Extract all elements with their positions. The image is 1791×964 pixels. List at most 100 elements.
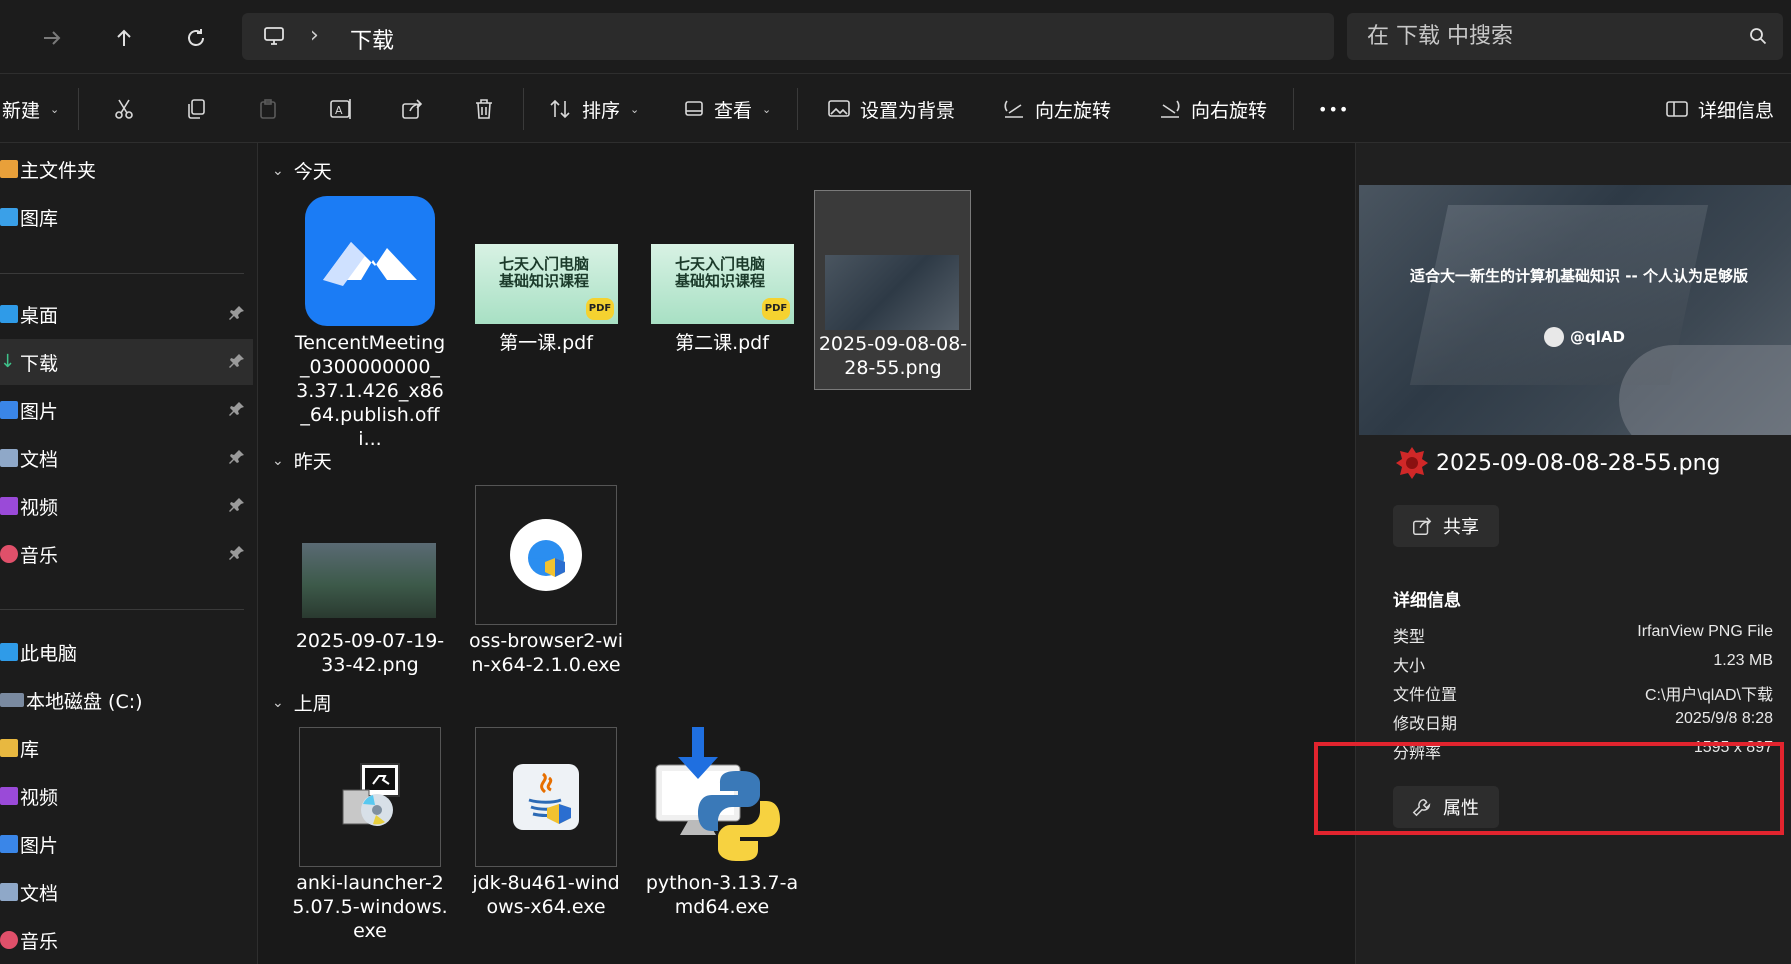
- rotate-right-button[interactable]: 向右旋转: [1157, 94, 1267, 124]
- up-button[interactable]: [104, 18, 144, 58]
- group-header-today[interactable]: ⌄ 今天: [272, 157, 332, 184]
- sidebar-item-lib-videos[interactable]: 视频: [0, 773, 253, 819]
- file-item[interactable]: oss-browser2-win-x64-2.1.0.exe: [468, 483, 624, 683]
- sidebar-item-lib-music[interactable]: 音乐: [0, 917, 253, 963]
- sidebar-item-this-pc[interactable]: 此电脑: [0, 629, 253, 675]
- back-button[interactable]: [32, 18, 72, 58]
- sidebar-item-label: 下载: [20, 352, 59, 375]
- file-item[interactable]: 七天入门电脑 基础知识课程 PDF 第一课.pdf: [468, 195, 624, 375]
- file-list: ⌄ 今天 TencentMeeting_0300000000_3.37.1.42…: [258, 143, 1355, 964]
- file-item[interactable]: jdk-8u461-windows-x64.exe: [468, 725, 624, 955]
- group-label: 今天: [293, 161, 332, 183]
- file-item[interactable]: TencentMeeting_0300000000_3.37.1.426_x86…: [292, 195, 448, 450]
- sidebar-item-label: 此电脑: [20, 642, 78, 665]
- image-preview: 适合大一新生的计算机基础知识 -- 个人认为足够版 @qlAD: [1359, 185, 1791, 435]
- pin-icon[interactable]: [229, 352, 245, 374]
- file-name: python-3.13.7-amd64.exe: [645, 872, 799, 918]
- set-background-label: 设置为背景: [860, 99, 956, 122]
- chevron-down-icon: ⌄: [272, 694, 284, 711]
- sidebar-item-drive-c[interactable]: 本地磁盘 (C:): [0, 677, 253, 723]
- breadcrumb-current[interactable]: 下载: [350, 23, 394, 55]
- share-button[interactable]: [400, 94, 424, 124]
- new-button[interactable]: 新建 ⌄: [2, 94, 59, 124]
- pin-icon[interactable]: [229, 544, 245, 566]
- sidebar-item-downloads[interactable]: ↓ 下载: [0, 339, 253, 385]
- sidebar-item-label: 视频: [20, 496, 59, 519]
- sidebar-item-label: 桌面: [20, 304, 59, 327]
- sidebar-item-label: 文档: [20, 882, 59, 905]
- view-icon: [685, 101, 703, 116]
- detail-value: 1.23 MB: [1713, 652, 1773, 669]
- sidebar-item-home[interactable]: 主文件夹: [0, 146, 253, 192]
- group-header-last-week[interactable]: ⌄ 上周: [272, 689, 332, 716]
- sidebar-item-label: 本地磁盘 (C:): [26, 690, 143, 713]
- arrow-up-icon: [117, 29, 131, 46]
- scissors-icon: [115, 99, 133, 119]
- installer-icon: [299, 727, 441, 867]
- file-item[interactable]: 2025-09-07-19-33-42.png: [292, 483, 448, 683]
- drive-icon: [0, 693, 24, 707]
- sidebar-item-gallery[interactable]: 图库: [0, 194, 253, 240]
- pdf-thumbnail: 七天入门电脑 基础知识课程 PDF: [644, 195, 800, 327]
- share-label: 共享: [1443, 517, 1479, 538]
- sidebar-item-music[interactable]: 音乐: [0, 531, 253, 577]
- clipboard-icon: [260, 99, 276, 119]
- pdf-thumb-text: 基础知识课程: [675, 272, 766, 290]
- sidebar-item-libraries[interactable]: 库: [0, 725, 253, 771]
- sidebar-item-pictures[interactable]: 图片: [0, 387, 253, 433]
- sidebar-item-label: 库: [20, 738, 40, 761]
- sort-icon: [550, 99, 570, 119]
- share-button[interactable]: 共享: [1393, 505, 1499, 547]
- preview-title: 适合大一新生的计算机基础知识 -- 个人认为足够版: [1410, 267, 1748, 285]
- search-input[interactable]: [1367, 21, 1727, 51]
- file-item[interactable]: anki-launcher-25.07.5-windows.exe: [292, 725, 448, 955]
- copy-button[interactable]: [184, 94, 208, 124]
- chevron-down-icon: ⌄: [50, 102, 60, 116]
- rotate-left-button[interactable]: 向左旋转: [1001, 94, 1111, 124]
- preview-author: @qlAD: [1544, 327, 1625, 347]
- pin-icon[interactable]: [229, 496, 245, 518]
- download-icon: ↓: [0, 351, 16, 372]
- pin-icon[interactable]: [229, 304, 245, 326]
- paste-button[interactable]: [256, 94, 280, 124]
- more-button[interactable]: •••: [1318, 94, 1349, 124]
- cut-button[interactable]: [112, 94, 136, 124]
- pdf-thumb-text: 七天入门电脑: [499, 255, 590, 273]
- details-pane: 适合大一新生的计算机基础知识 -- 个人认为足够版 @qlAD 2025-09-…: [1355, 143, 1791, 964]
- refresh-button[interactable]: [176, 18, 216, 58]
- file-item[interactable]: python-3.13.7-amd64.exe: [644, 725, 800, 955]
- command-bar: 新建 ⌄ A 排序 ⌄ 查看 ⌄ 设置为背景 向左旋转 向右旋转 ••• 详细信…: [0, 73, 1791, 143]
- sidebar-item-videos[interactable]: 视频: [0, 483, 253, 529]
- sidebar-item-lib-pictures[interactable]: 图片: [0, 821, 253, 867]
- python-installer-icon: [644, 720, 800, 870]
- monitor-icon: [262, 24, 286, 52]
- delete-button[interactable]: [472, 94, 496, 124]
- divider: [1293, 88, 1294, 130]
- file-item[interactable]: 七天入门电脑 基础知识课程 PDF 第二课.pdf: [644, 195, 800, 375]
- file-item-selected[interactable]: 2025-09-08-08-28-55.png: [814, 190, 971, 390]
- rename-button[interactable]: A: [328, 94, 354, 124]
- sidebar-item-label: 视频: [20, 786, 59, 809]
- gallery-icon: [0, 208, 18, 226]
- pin-icon[interactable]: [229, 448, 245, 470]
- address-row: › 下载: [0, 0, 1791, 73]
- sidebar-item-lib-documents[interactable]: 文档: [0, 869, 253, 915]
- set-background-button[interactable]: 设置为背景: [826, 94, 955, 124]
- group-header-yesterday[interactable]: ⌄ 昨天: [272, 447, 332, 474]
- pin-icon[interactable]: [229, 400, 245, 422]
- details-toggle-button[interactable]: 详细信息: [1664, 94, 1774, 124]
- sidebar-item-label: 音乐: [20, 544, 59, 567]
- search-icon[interactable]: [1749, 27, 1767, 49]
- divider: [797, 88, 798, 130]
- detail-key: 类型: [1393, 627, 1426, 646]
- search-box[interactable]: [1347, 13, 1783, 60]
- sidebar-item-documents[interactable]: 文档: [0, 435, 253, 481]
- music-icon: [0, 545, 18, 563]
- view-button[interactable]: 查看 ⌄: [682, 94, 771, 124]
- detail-value[interactable]: C:\用户\qlAD\下载: [1645, 681, 1773, 705]
- address-bar[interactable]: › 下载: [242, 13, 1334, 60]
- pdf-badge: PDF: [586, 298, 614, 320]
- view-label: 查看: [714, 99, 753, 122]
- sort-button[interactable]: 排序 ⌄: [548, 94, 639, 124]
- sidebar-item-desktop[interactable]: 桌面: [0, 291, 253, 337]
